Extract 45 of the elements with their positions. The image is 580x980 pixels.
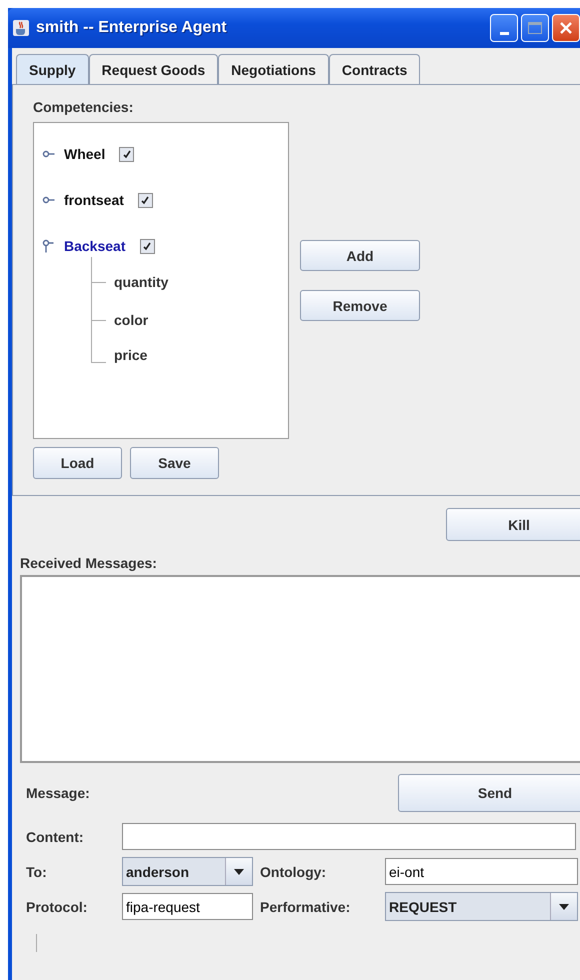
- tab[interactable]: Negotiations: [218, 54, 329, 84]
- cup-icon: [12, 19, 30, 37]
- checkmark-icon: [122, 149, 132, 159]
- tree-node[interactable]: frontseat: [64, 192, 124, 208]
- ontology-field[interactable]: ei-ont: [385, 858, 578, 885]
- checkbox[interactable]: [138, 192, 153, 208]
- checkbox[interactable]: [140, 238, 154, 254]
- window-title: smith -- Enterprise Agent: [36, 19, 227, 37]
- protocol-label: Protocol:: [26, 898, 88, 914]
- tab[interactable]: Supply: [16, 54, 89, 84]
- tree-action-button[interactable]: Remove: [300, 290, 420, 321]
- minimize-button[interactable]: [490, 14, 518, 42]
- file-button[interactable]: Load: [33, 447, 122, 479]
- protocol-field[interactable]: fipa-request: [122, 893, 253, 920]
- checkmark-icon: [140, 195, 150, 205]
- dropdown-arrow-icon: [559, 904, 569, 910]
- tree-node[interactable]: color: [114, 312, 148, 328]
- tab[interactable]: Request Goods: [88, 54, 218, 84]
- close-button[interactable]: [552, 14, 580, 42]
- tree-node[interactable]: quantity: [114, 274, 168, 290]
- ontology-label: Ontology:: [260, 864, 328, 880]
- send-button[interactable]: Send: [398, 774, 580, 812]
- expanded-handle-icon[interactable]: [42, 239, 56, 253]
- maximize-button[interactable]: [521, 14, 549, 42]
- message-label: Message:: [26, 785, 90, 801]
- performative-dropdown[interactable]: REQUEST: [385, 892, 578, 921]
- tree-action-button[interactable]: Add: [300, 240, 420, 271]
- tree-node[interactable]: Wheel: [64, 146, 106, 162]
- content-field[interactable]: [122, 823, 576, 850]
- tree-node[interactable]: price: [114, 347, 148, 363]
- kill-button[interactable]: Kill: [446, 508, 580, 541]
- tree-node[interactable]: Backseat: [64, 238, 126, 254]
- tab[interactable]: Contracts: [328, 54, 420, 84]
- close-icon: [559, 21, 573, 35]
- competencies-label: Competencies:: [33, 99, 134, 115]
- performative-label: Performative:: [260, 898, 352, 914]
- checkmark-icon: [142, 241, 152, 251]
- to-label: To:: [26, 864, 48, 880]
- dropdown-arrow-icon: [234, 868, 244, 874]
- received-messages-label: Received Messages:: [20, 555, 158, 571]
- received-messages-area[interactable]: [20, 575, 580, 763]
- to-dropdown[interactable]: anderson: [122, 857, 253, 886]
- checkbox[interactable]: [119, 146, 134, 162]
- file-button[interactable]: Save: [130, 447, 219, 479]
- content-label: Content:: [26, 828, 85, 844]
